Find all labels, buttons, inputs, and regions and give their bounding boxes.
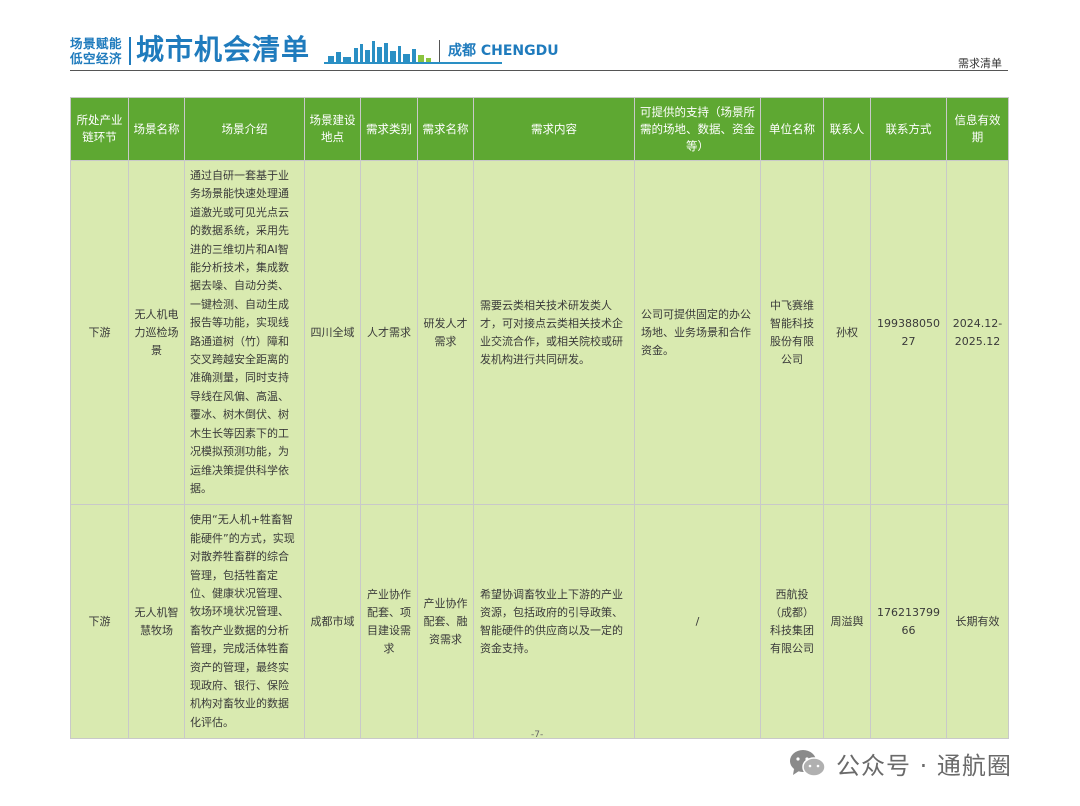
cell-contact: 周溢舆: [823, 504, 871, 740]
column-header: 需求类别: [360, 97, 418, 161]
wechat-icon: [790, 750, 826, 777]
cell-phone: 19938805027: [870, 159, 947, 506]
document-title: 城市机会清单: [136, 33, 311, 66]
page-header: 场景赋能 低空经济 城市机会清单 成都 CHENGDU: [70, 28, 1010, 72]
cell-company: 西航投（成都）科技集团有限公司: [760, 504, 824, 740]
column-header: 需求内容: [473, 97, 635, 161]
cell-demand-content: 希望协调畜牧业上下游的产业资源，包括政府的引导政策、智能硬件的供应商以及一定的资…: [473, 504, 635, 740]
cell-demand-content: 需要云类相关技术研发类人才，可对接点云类相关技术企业交流合作，或相关院校或研发机…: [473, 159, 635, 506]
cell-phone: 17621379966: [870, 504, 947, 740]
cell-category: 人才需求: [360, 159, 418, 506]
cell-support: /: [634, 504, 761, 740]
cell-chain: 下游: [70, 504, 129, 740]
cell-contact: 孙权: [823, 159, 871, 506]
cell-location: 四川全域: [304, 159, 361, 506]
opportunity-table: 所处产业链环节 场景名称 场景介绍 场景建设地点 需求类别 需求名称 需求内容 …: [70, 97, 1009, 740]
city-divider: [439, 40, 440, 62]
cell-company: 中飞赛维智能科技股份有限公司: [760, 159, 824, 506]
cell-chain: 下游: [70, 159, 129, 506]
cell-demand-name: 研发人才需求: [417, 159, 474, 506]
table-row: 下游 无人机智慧牧场 使用“无人机+牲畜智能硬件”的方式，实现对散养牲畜群的综合…: [70, 504, 1009, 740]
cell-support: 公司可提供固定的办公场地、业务场景和合作资金。: [634, 159, 761, 506]
cell-scene-name: 无人机电力巡检场景: [128, 159, 185, 506]
column-header: 联系人: [823, 97, 871, 161]
slogan-divider: [129, 37, 131, 65]
column-header: 单位名称: [760, 97, 824, 161]
section-label: 需求清单: [958, 57, 1002, 70]
city-label: 成都 CHENGDU: [448, 43, 559, 59]
slogan-line-1: 场景赋能: [70, 36, 123, 51]
column-header: 联系方式: [870, 97, 947, 161]
cell-scene-intro: 通过自研一套基于业务场景能快速处理通道激光或可见光点云的数据系统，采用先进的三维…: [184, 159, 305, 506]
column-header: 场景建设地点: [304, 97, 361, 161]
cell-scene-intro: 使用“无人机+牲畜智能硬件”的方式，实现对散养牲畜群的综合管理，包括牲畜定位、健…: [184, 504, 305, 740]
cell-validity: 长期有效: [946, 504, 1009, 740]
table-header-row: 所处产业链环节 场景名称 场景介绍 场景建设地点 需求类别 需求名称 需求内容 …: [70, 97, 1009, 161]
slogan-line-2: 低空经济: [70, 51, 123, 66]
cell-scene-name: 无人机智慧牧场: [128, 504, 185, 740]
watermark: 公众号 · 通航圈: [788, 745, 1012, 781]
page-number: -7-: [531, 730, 544, 740]
column-header: 场景介绍: [184, 97, 305, 161]
column-header: 信息有效期: [946, 97, 1009, 161]
cell-category: 产业协作配套、项目建设需求: [360, 504, 418, 740]
cell-demand-name: 产业协作配套、融资需求: [417, 504, 474, 740]
column-header: 所处产业链环节: [70, 97, 129, 161]
column-header: 可提供的支持（场景所需的场地、数据、资金等）: [634, 97, 761, 161]
column-header: 需求名称: [417, 97, 474, 161]
header-rule: [70, 70, 1008, 71]
watermark-text: 公众号 · 通航圈: [836, 751, 1012, 780]
column-header: 场景名称: [128, 97, 185, 161]
cell-location: 成都市域: [304, 504, 361, 740]
table-row: 下游 无人机电力巡检场景 通过自研一套基于业务场景能快速处理通道激光或可见光点云…: [70, 159, 1009, 506]
cell-validity: 2024.12-2025.12: [946, 159, 1009, 506]
slogan-tag: 场景赋能 低空经济: [70, 36, 122, 66]
